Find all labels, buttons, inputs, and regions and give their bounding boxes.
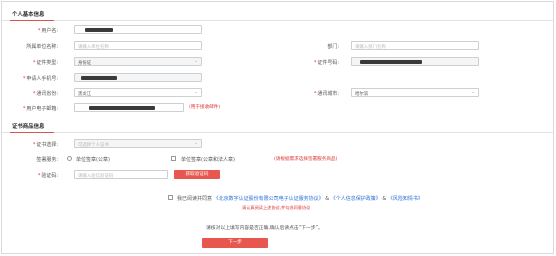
org-input[interactable]: 请输入单位名称 bbox=[74, 41, 202, 50]
service-agreement-link[interactable]: 《北京数字认证股份有限公司电子认证服务协议》 bbox=[214, 196, 324, 202]
redacted-value bbox=[81, 76, 117, 80]
code-input[interactable]: 请输入短信验证码 bbox=[74, 170, 168, 179]
cert-type-label: *证件类型: bbox=[32, 60, 58, 66]
confirm-text: 请核对以上填写内容是否正确,确认后请点击“下一步”。 bbox=[206, 226, 323, 231]
service-option-unit-radio[interactable] bbox=[67, 156, 72, 161]
cert-no-label: *证件号码: bbox=[313, 60, 339, 66]
email-label: *用户电子邮箱: bbox=[22, 106, 58, 112]
personal-section-title: 个人基本信息 bbox=[12, 12, 45, 18]
province-label: *通讯省份: bbox=[32, 91, 58, 97]
privacy-policy-link[interactable]: 《个人信息保护政策》 bbox=[331, 196, 381, 202]
dept-input[interactable]: 请输入部门名称 bbox=[351, 41, 479, 50]
chevron-down-icon: ⌄ bbox=[194, 141, 198, 146]
name-input[interactable] bbox=[74, 25, 202, 34]
service-hint: (请根据需求选择签署服务商品) bbox=[274, 157, 338, 162]
org-label: 所属单位名称: bbox=[26, 44, 58, 50]
risk-notice-link[interactable]: 《风险知情书》 bbox=[388, 196, 423, 202]
email-input[interactable] bbox=[74, 103, 184, 112]
city-select[interactable]: 哈尔滨 ⌄ bbox=[351, 88, 479, 97]
section-underline bbox=[10, 19, 54, 21]
cert-choice-label: *证书选择: bbox=[32, 142, 58, 148]
service-label: 签署服务: bbox=[36, 157, 58, 163]
cert-section-header: 证书商品信息 bbox=[2, 119, 553, 133]
code-label: *验证码: bbox=[37, 173, 58, 179]
cert-no-input[interactable] bbox=[351, 57, 479, 66]
next-button[interactable]: 下一步 bbox=[202, 238, 268, 248]
city-label: *通讯城市: bbox=[313, 91, 339, 97]
agreement-text: 我已阅读并同意 《北京数字认证股份有限公司电子认证服务协议》 & 《个人信息保护… bbox=[177, 196, 423, 202]
dept-label: 部门: bbox=[327, 44, 339, 50]
redacted-value bbox=[360, 60, 422, 64]
name-label: *用户名: bbox=[37, 28, 58, 34]
redacted-value bbox=[89, 106, 155, 110]
personal-section-header: 个人基本信息 bbox=[2, 7, 553, 21]
get-code-button[interactable]: 获取验证码 bbox=[174, 170, 220, 179]
province-select[interactable]: 黑龙江 ⌄ bbox=[74, 88, 202, 97]
section-underline bbox=[10, 131, 54, 133]
email-hint: (用于接收邮件) bbox=[189, 105, 221, 110]
redacted-value bbox=[85, 28, 113, 32]
phone-input[interactable] bbox=[74, 73, 202, 82]
cert-choice-select[interactable]: 可选择个人证书 ⌄ bbox=[74, 139, 202, 148]
service-option-legal-checkbox[interactable] bbox=[171, 156, 176, 161]
service-option-legal-label: 单位签章(公章和法人章) bbox=[181, 157, 235, 163]
chevron-down-icon: ⌄ bbox=[471, 90, 475, 95]
chevron-down-icon: ⌄ bbox=[194, 59, 198, 64]
service-option-unit-label: 单位签章(公章) bbox=[76, 157, 110, 163]
cert-type-select[interactable]: 身份证 ⌄ bbox=[74, 57, 202, 66]
agreement-warning: 请认真阅读上述协议,并勾选同意协议 bbox=[242, 205, 311, 210]
cert-section-title: 证书商品信息 bbox=[12, 124, 45, 130]
chevron-down-icon: ⌄ bbox=[194, 90, 198, 95]
agreement-checkbox[interactable] bbox=[168, 195, 173, 200]
phone-label: *申请人手机号: bbox=[22, 76, 58, 82]
